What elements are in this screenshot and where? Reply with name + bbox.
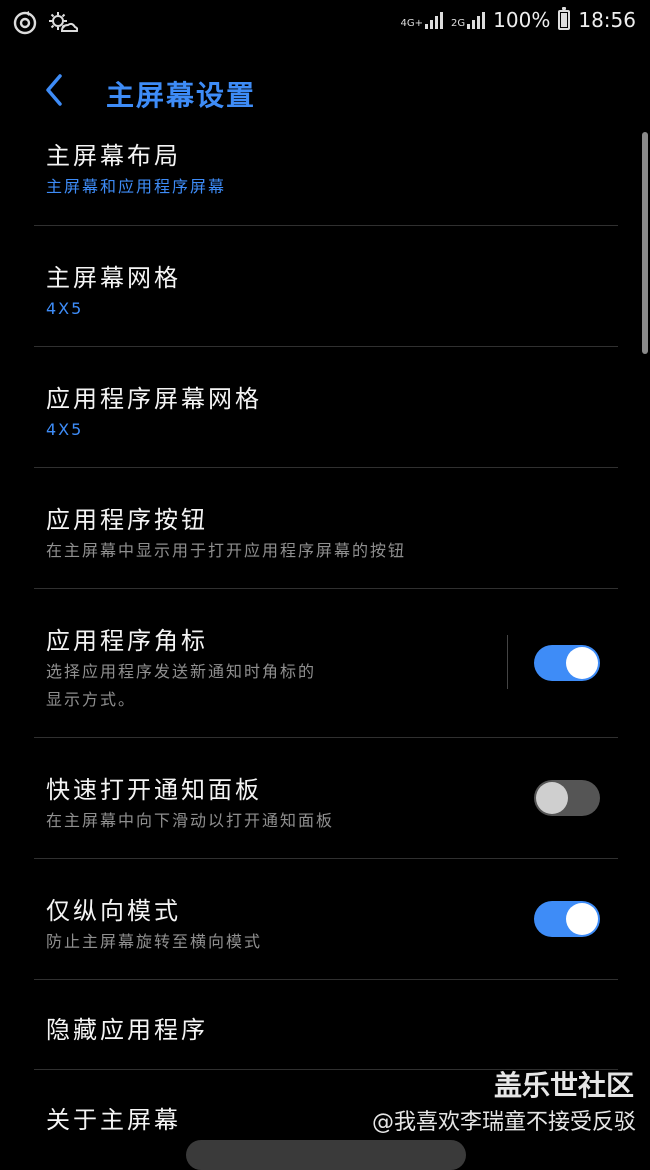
- setting-description-line2: 显示方式。: [46, 690, 137, 709]
- setting-value: 主屏幕和应用程序屏幕: [46, 177, 227, 196]
- setting-hide-apps[interactable]: 隐藏应用程序: [34, 980, 618, 1070]
- setting-title: 应用程序角标: [46, 627, 208, 655]
- setting-home-grid[interactable]: 主屏幕网格 4X5: [34, 226, 618, 347]
- setting-title: 主屏幕网格: [46, 264, 181, 292]
- setting-description: 在主屏幕中向下滑动以打开通知面板: [46, 811, 335, 830]
- header: 主屏幕设置: [0, 60, 650, 120]
- setting-description: 防止主屏幕旋转至横向模式: [46, 932, 263, 951]
- setting-description: 选择应用程序发送新通知时角标的: [46, 662, 317, 681]
- setting-value: 4X5: [46, 299, 84, 318]
- settings-list: 主屏幕布局 主屏幕和应用程序屏幕 主屏幕网格 4X5 应用程序屏幕网格 4X5 …: [34, 124, 618, 1160]
- signal-icon-2: [467, 11, 486, 29]
- setting-value: 4X5: [46, 420, 84, 439]
- watermark-brand: 盖乐世社区: [493, 1069, 634, 1102]
- vertical-divider: [507, 635, 508, 689]
- setting-title: 主屏幕布局: [46, 142, 181, 170]
- portrait-only-toggle[interactable]: [534, 901, 600, 937]
- setting-description: 在主屏幕中显示用于打开应用程序屏幕的按钮: [46, 541, 407, 560]
- quick-notification-toggle[interactable]: [534, 780, 600, 816]
- home-indicator[interactable]: [186, 1140, 466, 1170]
- setting-home-layout[interactable]: 主屏幕布局 主屏幕和应用程序屏幕: [34, 124, 618, 226]
- setting-quick-notification-panel[interactable]: 快速打开通知面板 在主屏幕中向下滑动以打开通知面板: [34, 738, 618, 859]
- setting-apps-button[interactable]: 应用程序按钮 在主屏幕中显示用于打开应用程序屏幕的按钮: [34, 468, 618, 589]
- status-right-icons: 4G+ 2G 100% 18:56: [400, 7, 636, 32]
- setting-title: 快速打开通知面板: [46, 776, 262, 804]
- battery-percent: 100%: [493, 8, 551, 32]
- setting-apps-grid[interactable]: 应用程序屏幕网格 4X5: [34, 347, 618, 468]
- sync-icon: [13, 11, 37, 35]
- chevron-left-icon: [46, 74, 62, 106]
- signal-icon: [425, 11, 444, 29]
- back-button[interactable]: [36, 70, 72, 110]
- scrollbar[interactable]: [642, 132, 648, 354]
- setting-title: 应用程序按钮: [46, 506, 208, 534]
- weather-icon: [49, 12, 78, 32]
- status-time: 18:56: [578, 8, 636, 32]
- setting-title: 隐藏应用程序: [46, 1016, 208, 1044]
- network-type-1: 4G+: [400, 18, 424, 29]
- battery-icon: [558, 7, 571, 30]
- app-badges-toggle[interactable]: [534, 645, 600, 681]
- network-type-2: 2G: [451, 18, 466, 29]
- watermark-user: @我喜欢李瑞童不接受反驳: [371, 1110, 636, 1135]
- status-left-icons: [12, 10, 78, 36]
- setting-title: 仅纵向模式: [46, 897, 181, 925]
- page-title: 主屏幕设置: [106, 79, 257, 112]
- setting-app-badges[interactable]: 应用程序角标 选择应用程序发送新通知时角标的 显示方式。: [34, 589, 618, 738]
- setting-title: 关于主屏幕: [46, 1106, 181, 1134]
- setting-portrait-only[interactable]: 仅纵向模式 防止主屏幕旋转至横向模式: [34, 859, 618, 980]
- status-bar: 4G+ 2G 100% 18:56: [0, 0, 650, 46]
- setting-title: 应用程序屏幕网格: [46, 385, 262, 413]
